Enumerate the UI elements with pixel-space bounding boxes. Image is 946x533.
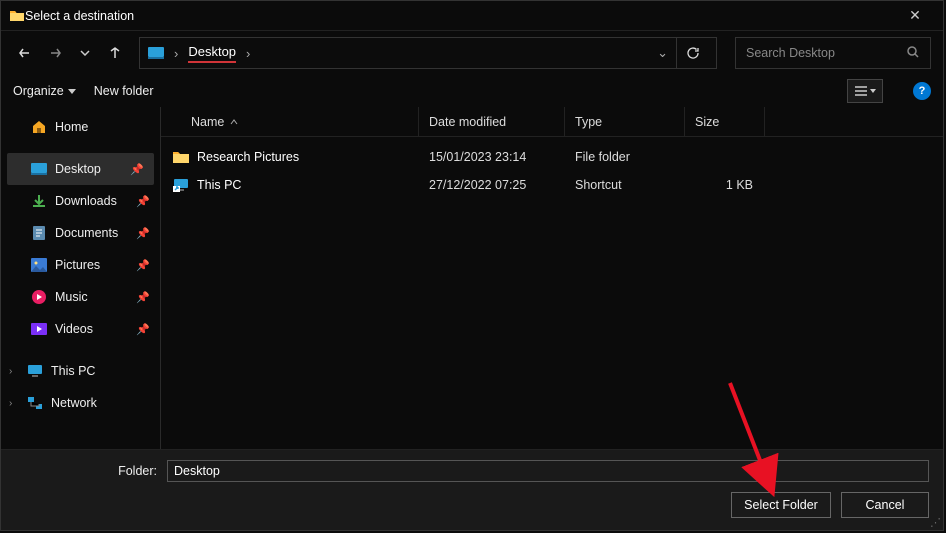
pin-icon: 📌 (136, 227, 150, 240)
folder-icon (173, 149, 189, 165)
dropdown-chevron-icon[interactable]: ⌄ (657, 45, 668, 61)
file-row[interactable]: Research Pictures 15/01/2023 23:14 File … (161, 143, 943, 171)
file-date: 27/12/2022 07:25 (419, 178, 565, 192)
sidebar-item-documents[interactable]: Documents 📌 (1, 217, 160, 249)
breadcrumb-desktop[interactable]: Desktop (188, 44, 236, 63)
close-button[interactable]: ✕ (895, 7, 935, 24)
sidebar-item-music[interactable]: Music 📌 (1, 281, 160, 313)
search-icon (906, 45, 920, 62)
pin-icon: 📌 (136, 259, 150, 272)
up-button[interactable] (103, 39, 127, 67)
file-name: Research Pictures (197, 150, 299, 164)
pin-icon: 📌 (136, 195, 150, 208)
resize-grip[interactable]: ⋰ (930, 516, 941, 529)
titlebar: Select a destination ✕ (1, 1, 943, 31)
pictures-icon (31, 257, 47, 273)
nav-bar: › Desktop › ⌄ Search Desktop (1, 31, 943, 75)
new-folder-button[interactable]: New folder (94, 84, 154, 98)
network-icon (27, 395, 43, 411)
column-date-modified[interactable]: Date modified (419, 107, 565, 136)
forward-button[interactable] (43, 39, 67, 67)
folder-label: Folder: (15, 464, 157, 478)
file-row[interactable]: This PC 27/12/2022 07:25 Shortcut 1 KB (161, 171, 943, 199)
file-type: File folder (565, 150, 685, 164)
sidebar-item-network[interactable]: › Network (1, 387, 160, 419)
search-input[interactable]: Search Desktop (735, 37, 931, 69)
column-name[interactable]: Name (161, 107, 419, 136)
sidebar-item-desktop[interactable]: Desktop 📌 (7, 153, 154, 185)
file-list-view: Name Date modified Type Size Research Pi… (161, 107, 943, 449)
chevron-right-icon[interactable]: › (246, 46, 250, 61)
cancel-button[interactable]: Cancel (841, 492, 929, 518)
chevron-right-icon[interactable]: › (9, 398, 12, 409)
pin-icon: 📌 (130, 163, 144, 176)
music-icon (31, 289, 47, 305)
sidebar-item-this-pc[interactable]: › This PC (1, 355, 160, 387)
pc-icon (27, 363, 43, 379)
dialog-footer: Folder: Select Folder Cancel (1, 449, 943, 530)
pin-icon: 📌 (136, 291, 150, 304)
folder-icon (9, 8, 25, 24)
sidebar-item-home[interactable]: Home (1, 111, 160, 143)
content-area: Home Desktop 📌 Downloads 📌 Documents 📌 P… (1, 107, 943, 449)
sort-ascending-icon (230, 119, 238, 125)
organize-button[interactable]: Organize (13, 84, 76, 98)
desktop-icon (31, 161, 47, 177)
recent-locations-button[interactable] (73, 39, 97, 67)
file-type: Shortcut (565, 178, 685, 192)
download-icon (31, 193, 47, 209)
chevron-right-icon[interactable]: › (9, 366, 12, 377)
window-title: Select a destination (25, 9, 895, 23)
file-size: 1 KB (685, 178, 765, 192)
file-date: 15/01/2023 23:14 (419, 150, 565, 164)
home-icon (31, 119, 47, 135)
command-bar: Organize New folder ? (1, 75, 943, 107)
sidebar-item-pictures[interactable]: Pictures 📌 (1, 249, 160, 281)
chevron-right-icon[interactable]: › (174, 46, 178, 61)
desktop-icon (148, 47, 164, 59)
videos-icon (31, 321, 47, 337)
file-name: This PC (197, 178, 241, 192)
column-type[interactable]: Type (565, 107, 685, 136)
search-placeholder: Search Desktop (746, 46, 898, 60)
refresh-button[interactable] (676, 37, 708, 69)
shortcut-icon (173, 177, 189, 193)
sidebar-item-downloads[interactable]: Downloads 📌 (1, 185, 160, 217)
folder-name-input[interactable] (167, 460, 929, 482)
navigation-pane: Home Desktop 📌 Downloads 📌 Documents 📌 P… (1, 107, 161, 449)
documents-icon (31, 225, 47, 241)
column-headers: Name Date modified Type Size (161, 107, 943, 137)
pin-icon: 📌 (136, 323, 150, 336)
address-bar[interactable]: › Desktop › ⌄ (139, 37, 717, 69)
view-options-button[interactable] (847, 79, 883, 103)
select-folder-button[interactable]: Select Folder (731, 492, 831, 518)
dialog-window: Select a destination ✕ › Desktop › ⌄ (0, 0, 944, 531)
help-button[interactable]: ? (913, 82, 931, 100)
sidebar-item-videos[interactable]: Videos 📌 (1, 313, 160, 345)
back-button[interactable] (13, 39, 37, 67)
file-items: Research Pictures 15/01/2023 23:14 File … (161, 137, 943, 199)
column-size[interactable]: Size (685, 107, 765, 136)
